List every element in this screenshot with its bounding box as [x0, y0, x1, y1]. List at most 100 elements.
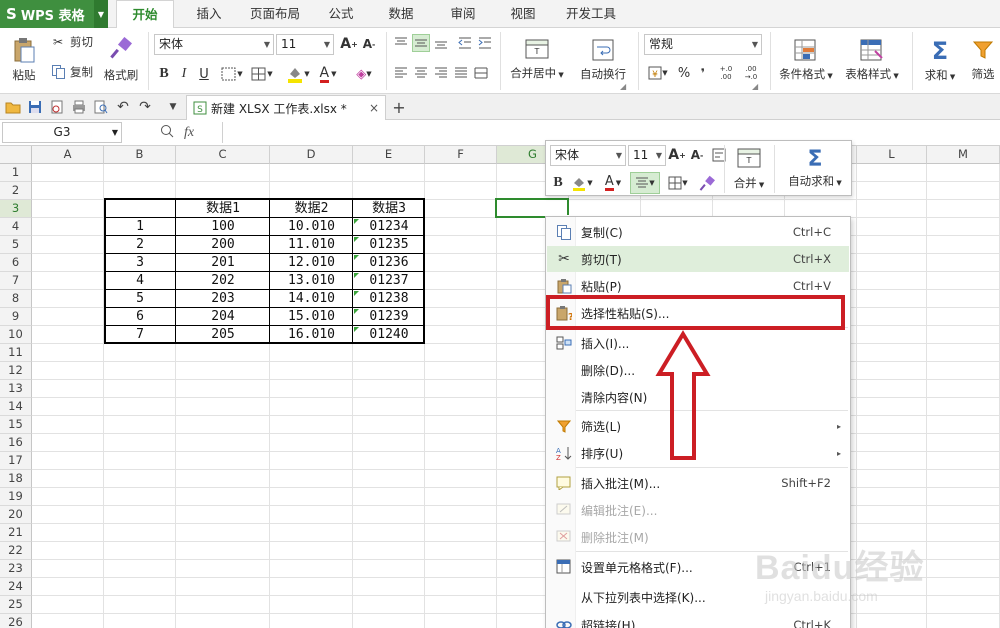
column-header-m[interactable]: M [927, 146, 1000, 164]
mini-wrap-icon[interactable] [710, 145, 728, 165]
row-header-19[interactable]: 19 [0, 488, 32, 506]
font-name-select[interactable]: 宋体 ▼ [154, 34, 274, 55]
redo-icon[interactable]: ↷ [136, 98, 154, 116]
font-size-select[interactable]: 11 ▼ [276, 34, 334, 55]
row-header-22[interactable]: 22 [0, 542, 32, 560]
tab-home[interactable]: 开始 [116, 0, 174, 29]
close-tab-icon[interactable]: × [369, 101, 379, 115]
clear-format-icon[interactable]: ◈ ▼ [350, 64, 378, 84]
row-header-26[interactable]: 26 [0, 614, 32, 628]
row-header-11[interactable]: 11 [0, 344, 32, 362]
mini-merge-button[interactable]: T 合并 ▼ [730, 145, 768, 193]
tab-review[interactable]: 审阅 [438, 0, 488, 28]
menu-item-insert-comment[interactable]: 插入批注(M)... Shift+F2 [547, 470, 849, 496]
align-center-icon[interactable] [412, 64, 430, 82]
column-header-f[interactable]: F [425, 146, 497, 164]
name-box[interactable]: G3 ▼ [2, 122, 122, 143]
underline-icon[interactable]: U [196, 64, 212, 84]
align-right-icon[interactable] [432, 64, 450, 82]
menu-item-copy[interactable]: 复制(C) Ctrl+C [547, 219, 849, 245]
justify-icon[interactable] [452, 64, 470, 82]
mini-autosum-button[interactable]: Σ 自动求和 ▼ [782, 145, 848, 193]
row-header-25[interactable]: 25 [0, 596, 32, 614]
conditional-format-button[interactable]: 条件格式 ▼ [776, 32, 836, 88]
row-header-23[interactable]: 23 [0, 560, 32, 578]
increase-decimal-button[interactable]: +.0 .00 [716, 62, 736, 84]
tab-page-layout[interactable]: 页面布局 [240, 0, 310, 28]
tab-data[interactable]: 数据 [376, 0, 426, 28]
document-tab[interactable]: S 新建 XLSX 工作表.xlsx * × [186, 95, 386, 120]
cell-border-style-icon[interactable]: ▼ [250, 64, 274, 84]
row-header-18[interactable]: 18 [0, 470, 32, 488]
mini-bold-icon[interactable]: B [550, 173, 566, 193]
percent-button[interactable]: % [676, 64, 692, 82]
export-pdf-icon[interactable] [48, 98, 66, 116]
border-icon[interactable]: ▼ [220, 64, 244, 84]
decrease-font-icon[interactable]: A- [360, 34, 378, 54]
decrease-indent-icon[interactable] [456, 34, 474, 52]
table-style-button[interactable]: 表格样式 ▼ [840, 32, 904, 88]
insert-function-button[interactable]: fx [184, 125, 194, 141]
mini-fill-color-icon[interactable]: ▼ [568, 173, 596, 193]
zoom-function-icon[interactable] [160, 124, 174, 141]
mini-align-center-icon[interactable]: ▼ [630, 172, 660, 194]
row-header-20[interactable]: 20 [0, 506, 32, 524]
format-painter-button[interactable]: 格式刷 [100, 32, 142, 88]
align-top-icon[interactable] [392, 34, 410, 52]
align-left-icon[interactable] [392, 64, 410, 82]
cut-button[interactable]: ✂ 剪切 [50, 32, 98, 52]
currency-icon[interactable]: ¥ ▼ [646, 64, 670, 82]
sum-button[interactable]: Σ 求和 ▼ [918, 32, 962, 88]
row-header-13[interactable]: 13 [0, 380, 32, 398]
row-header-21[interactable]: 21 [0, 524, 32, 542]
number-format-select[interactable]: 常规 ▼ [644, 34, 762, 55]
row-header-15[interactable]: 15 [0, 416, 32, 434]
row-header-2[interactable]: 2 [0, 182, 32, 200]
distributed-align-icon[interactable] [472, 64, 490, 82]
print-preview-icon[interactable] [92, 98, 110, 116]
mini-increase-font-icon[interactable]: A + [668, 145, 686, 165]
dialog-launcher-icon[interactable]: ◢ [620, 82, 626, 91]
tab-insert[interactable]: 插入 [184, 0, 234, 28]
new-tab-icon[interactable]: + [390, 98, 408, 117]
open-folder-icon[interactable] [4, 98, 22, 116]
row-header-8[interactable]: 8 [0, 290, 32, 308]
column-header-l[interactable]: L [857, 146, 927, 164]
tab-view[interactable]: 视图 [498, 0, 548, 28]
filter-button[interactable]: 筛选 [966, 32, 1000, 88]
menu-item-edit-comment[interactable]: 编辑批注(E)... [547, 497, 849, 523]
row-header-4[interactable]: 4 [0, 218, 32, 236]
row-header-16[interactable]: 16 [0, 434, 32, 452]
column-header-e[interactable]: E [353, 146, 425, 164]
italic-icon[interactable]: I [176, 64, 192, 84]
menu-item-cut[interactable]: ✂ 剪切(T) Ctrl+X [547, 246, 849, 272]
mini-decrease-font-icon[interactable]: A- [688, 145, 706, 165]
row-header-3[interactable]: 3 [0, 200, 32, 218]
font-color-icon[interactable]: A ▼ [314, 64, 342, 84]
mini-font-size-select[interactable]: 11 ▼ [628, 145, 666, 166]
row-header-6[interactable]: 6 [0, 254, 32, 272]
mini-format-painter-icon[interactable] [696, 173, 718, 193]
row-header-1[interactable]: 1 [0, 164, 32, 182]
row-header-24[interactable]: 24 [0, 578, 32, 596]
active-cell-g3[interactable] [495, 198, 571, 220]
mini-font-color-icon[interactable]: A ▼ [600, 173, 626, 193]
mini-border-icon[interactable]: ▼ [664, 173, 692, 193]
row-header-12[interactable]: 12 [0, 362, 32, 380]
paste-button[interactable]: 粘贴 [4, 32, 44, 88]
row-header-17[interactable]: 17 [0, 452, 32, 470]
increase-indent-icon[interactable] [476, 34, 494, 52]
comma-style-button[interactable]: ❜ [696, 64, 710, 82]
select-all-corner[interactable] [0, 146, 32, 164]
row-header-7[interactable]: 7 [0, 272, 32, 290]
save-icon[interactable] [26, 98, 44, 116]
tab-developer[interactable]: 开发工具 [556, 0, 626, 28]
column-header-c[interactable]: C [176, 146, 270, 164]
merge-center-button[interactable]: T 合并居中 ▼ [506, 32, 568, 88]
row-header-14[interactable]: 14 [0, 398, 32, 416]
row-header-10[interactable]: 10 [0, 326, 32, 344]
column-header-b[interactable]: B [104, 146, 176, 164]
align-bottom-icon[interactable] [432, 34, 450, 52]
fill-color-icon[interactable]: ▼ [284, 64, 312, 84]
column-header-d[interactable]: D [270, 146, 353, 164]
